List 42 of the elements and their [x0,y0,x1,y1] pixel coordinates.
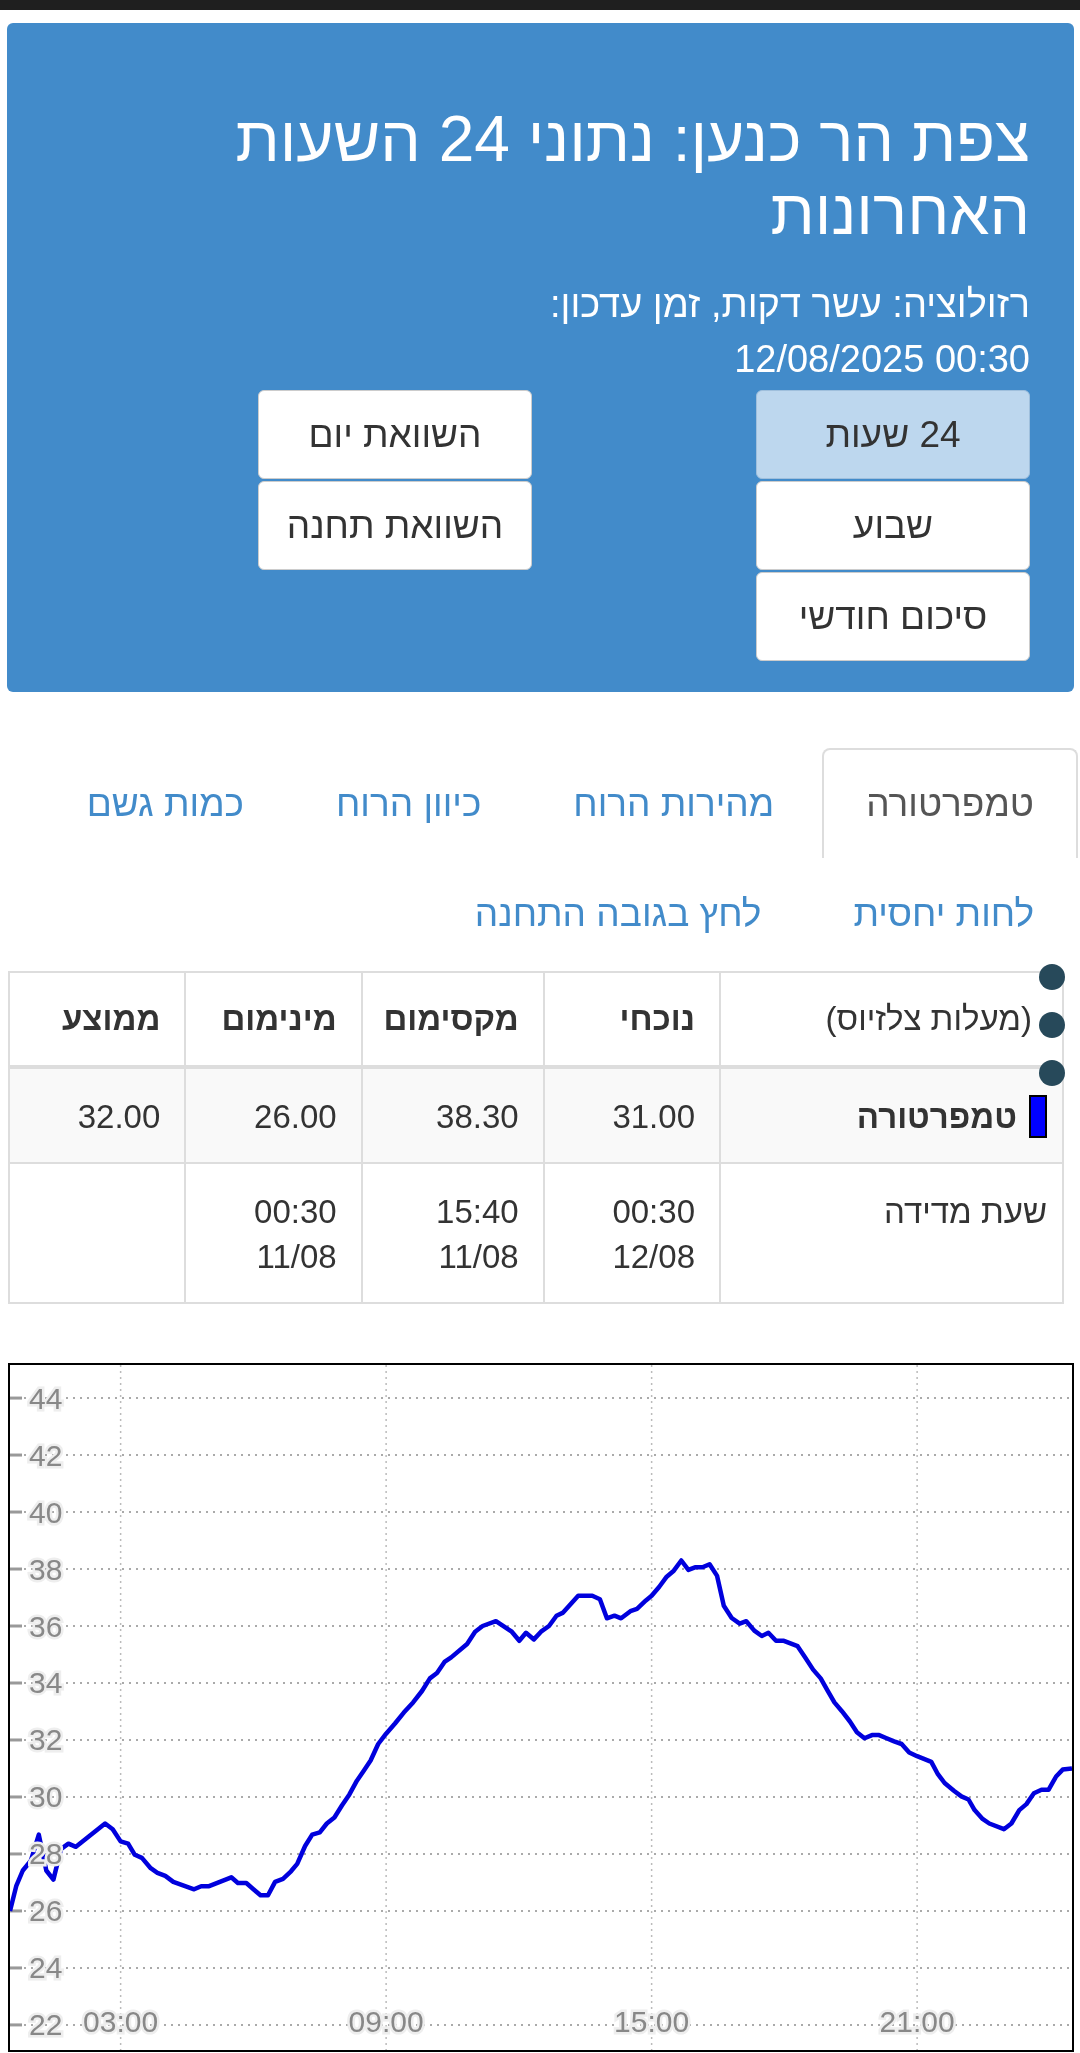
y-tick-mark [10,1738,22,1742]
x-tick-label: 03:00 [83,2005,159,2038]
y-tick-mark [10,1510,22,1514]
kebab-menu-icon[interactable] [1039,964,1065,1086]
y-tick-mark [10,1567,22,1571]
y-tick-mark [10,1396,22,1400]
table-cell: 00:30 12/08 [543,1163,720,1303]
page-title: צפת הר כנען: נתוני 24 השעות האחרונות [234,103,1030,249]
resolution-text: רזולוציה: עשר דקות, זמן עדכון: [550,282,1030,327]
y-tick-label: 40 [29,1495,63,1529]
y-tick-mark [10,1681,22,1685]
row-label: טמפרטורה [856,1097,1017,1137]
compare-button[interactable]: השוואת תחנה [258,481,532,570]
x-tick-label: 21:00 [879,2005,955,2038]
y-tick-label: 26 [29,1894,63,1928]
y-tick-mark [10,1852,22,1856]
y-tick-label: 24 [29,1951,63,1985]
y-tick-mark [10,1624,22,1628]
tab[interactable]: טמפרטורה [822,748,1078,858]
y-tick-label: 34 [29,1666,63,1700]
y-tick-label: 36 [29,1609,63,1643]
y-tick-label: 44 [29,1381,63,1415]
y-tick-mark [10,1795,22,1799]
x-tick-label: 09:00 [348,2005,424,2038]
y-tick-label: 30 [29,1780,63,1814]
period-button[interactable]: סיכום חודשי [756,572,1030,661]
y-tick-label: 42 [29,1438,63,1472]
row-label: שעת מדידה [883,1192,1047,1232]
table-cell: 00:30 11/08 [185,1163,362,1303]
y-tick-mark [10,1453,22,1457]
y-tick-label: 38 [29,1552,63,1586]
period-button[interactable]: שבוע [756,481,1030,570]
y-tick-label: 22 [29,2008,63,2042]
compare-button[interactable]: השוואת יום [258,390,532,479]
update-time-text: 12/08/2025 00:30 [734,337,1030,382]
x-tick-label: 15:00 [614,2005,690,2038]
period-button[interactable]: 24 שעות [756,390,1030,479]
y-tick-mark [10,2023,22,2027]
y-tick-mark [10,1909,22,1913]
table-cell: 15:40 11/08 [361,1163,544,1303]
y-tick-mark [10,1966,22,1970]
y-tick-label: 32 [29,1723,63,1757]
